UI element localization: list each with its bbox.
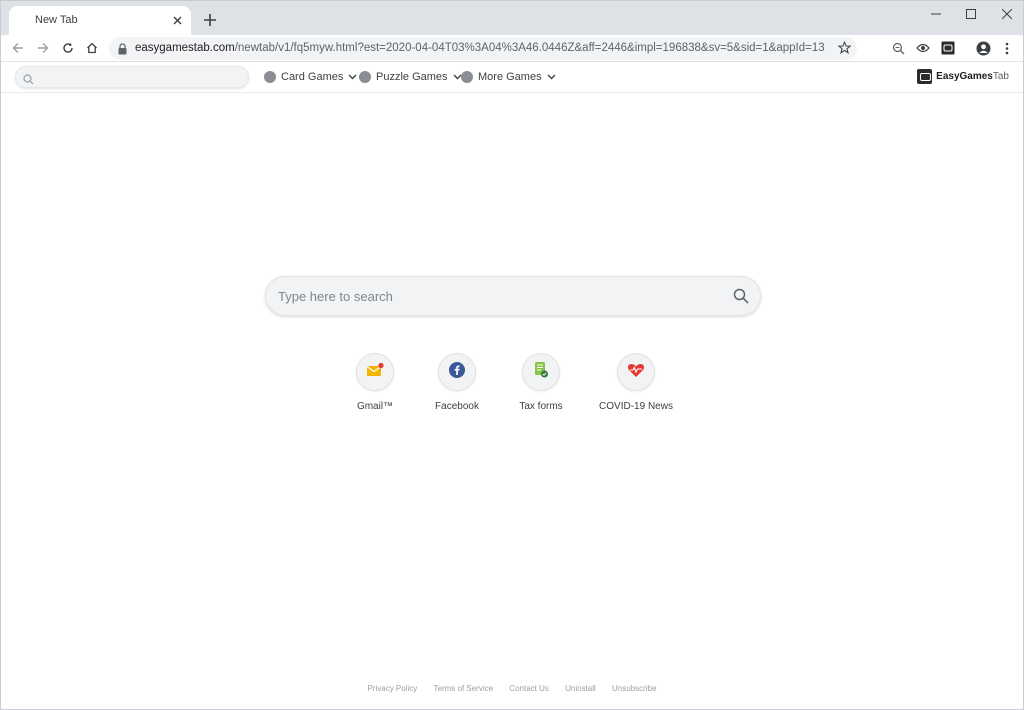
main-search-box[interactable]: [265, 276, 761, 316]
close-window-icon[interactable]: [992, 5, 1022, 23]
url-text[interactable]: easygamestab.com/newtab/v1/fq5myw.html?e…: [135, 42, 825, 54]
menu-puzzle-games-label: Puzzle Games: [376, 71, 448, 83]
footer-contact-us-link[interactable]: Contact Us: [509, 684, 549, 693]
url-path: /newtab/v1/fq5myw.html?est=2020-04-04T03…: [234, 42, 825, 54]
menu-card-games[interactable]: Card Games: [264, 69, 357, 85]
top-search-box[interactable]: [15, 66, 249, 88]
chevron-down-icon: [547, 71, 556, 83]
close-tab-icon[interactable]: [169, 12, 185, 28]
browser-toolbar: easygamestab.com/newtab/v1/fq5myw.html?e…: [1, 35, 1023, 62]
menu-more-games[interactable]: More Games: [461, 69, 556, 85]
footer-privacy-policy-link[interactable]: Privacy Policy: [367, 684, 417, 693]
eye-icon[interactable]: [913, 38, 933, 58]
tab-strip: New Tab: [1, 1, 1023, 35]
extension-easygames-icon[interactable]: [938, 38, 958, 58]
tax-forms-icon: [533, 361, 549, 384]
search-icon: [23, 72, 34, 90]
easygames-logo-icon: [917, 69, 933, 84]
url-host: easygamestab.com: [135, 42, 235, 54]
footer-links: Privacy Policy Terms of Service Contact …: [1, 684, 1023, 693]
minimize-icon[interactable]: [921, 5, 951, 23]
brand-name: EasyGames: [936, 71, 993, 82]
brand-suffix: Tab: [992, 71, 1009, 82]
footer-uninstall-link[interactable]: Uninstall: [565, 684, 596, 693]
card-games-icon: [264, 71, 276, 83]
brand-logo-link[interactable]: EasyGames Tab: [917, 69, 1009, 84]
back-arrow-icon[interactable]: [8, 38, 28, 58]
bookmark-star-icon[interactable]: [837, 40, 852, 59]
puzzle-games-icon: [359, 71, 371, 83]
menu-puzzle-games[interactable]: Puzzle Games: [359, 69, 462, 85]
shortcut-facebook-label: Facebook: [435, 401, 479, 412]
shortcut-covid-news-label: COVID-19 News: [599, 401, 673, 412]
lock-icon[interactable]: [118, 42, 127, 60]
kebab-menu-icon[interactable]: [997, 38, 1017, 58]
shortcut-tax-forms-label: Tax forms: [519, 401, 563, 412]
shortcut-covid-news-tile[interactable]: [617, 353, 655, 391]
shortcut-tax-forms[interactable]: Tax forms: [491, 353, 591, 412]
reload-icon[interactable]: [58, 38, 78, 58]
shortcut-facebook-tile[interactable]: [438, 353, 476, 391]
heart-pulse-icon: [627, 362, 645, 383]
extension-bar: Card Games Puzzle Games More Games EasyG…: [1, 63, 1023, 93]
shortcut-gmail-label: Gmail™: [356, 401, 394, 412]
address-bar[interactable]: easygamestab.com/newtab/v1/fq5myw.html?e…: [109, 37, 857, 60]
shortcut-gmail-tile[interactable]: [356, 353, 394, 391]
footer-terms-of-service-link[interactable]: Terms of Service: [434, 684, 494, 693]
shortcut-tax-forms-tile[interactable]: [522, 353, 560, 391]
home-icon[interactable]: [82, 38, 102, 58]
profile-avatar-icon[interactable]: [973, 38, 993, 58]
tab-title: New Tab: [35, 14, 78, 26]
search-icon[interactable]: [733, 288, 749, 309]
chevron-down-icon: [348, 71, 357, 83]
new-tab-button[interactable]: [200, 10, 220, 30]
browser-tab[interactable]: New Tab: [9, 6, 191, 35]
facebook-icon: [449, 361, 465, 383]
gmail-icon: [366, 362, 384, 383]
main-search-input[interactable]: [278, 286, 718, 306]
forward-arrow-icon[interactable]: [33, 38, 53, 58]
zoom-icon[interactable]: [888, 38, 908, 58]
gamepad-icon: [461, 71, 473, 83]
maximize-icon[interactable]: [956, 5, 986, 23]
shortcut-covid-news[interactable]: COVID-19 News: [586, 353, 686, 412]
menu-more-games-label: More Games: [478, 71, 542, 83]
browser-window: New Tab easygamestab.com/newtab/v1/fq5my…: [0, 0, 1024, 710]
footer-unsubscribe-link[interactable]: Unsubscribe: [612, 684, 656, 693]
menu-card-games-label: Card Games: [281, 71, 344, 83]
